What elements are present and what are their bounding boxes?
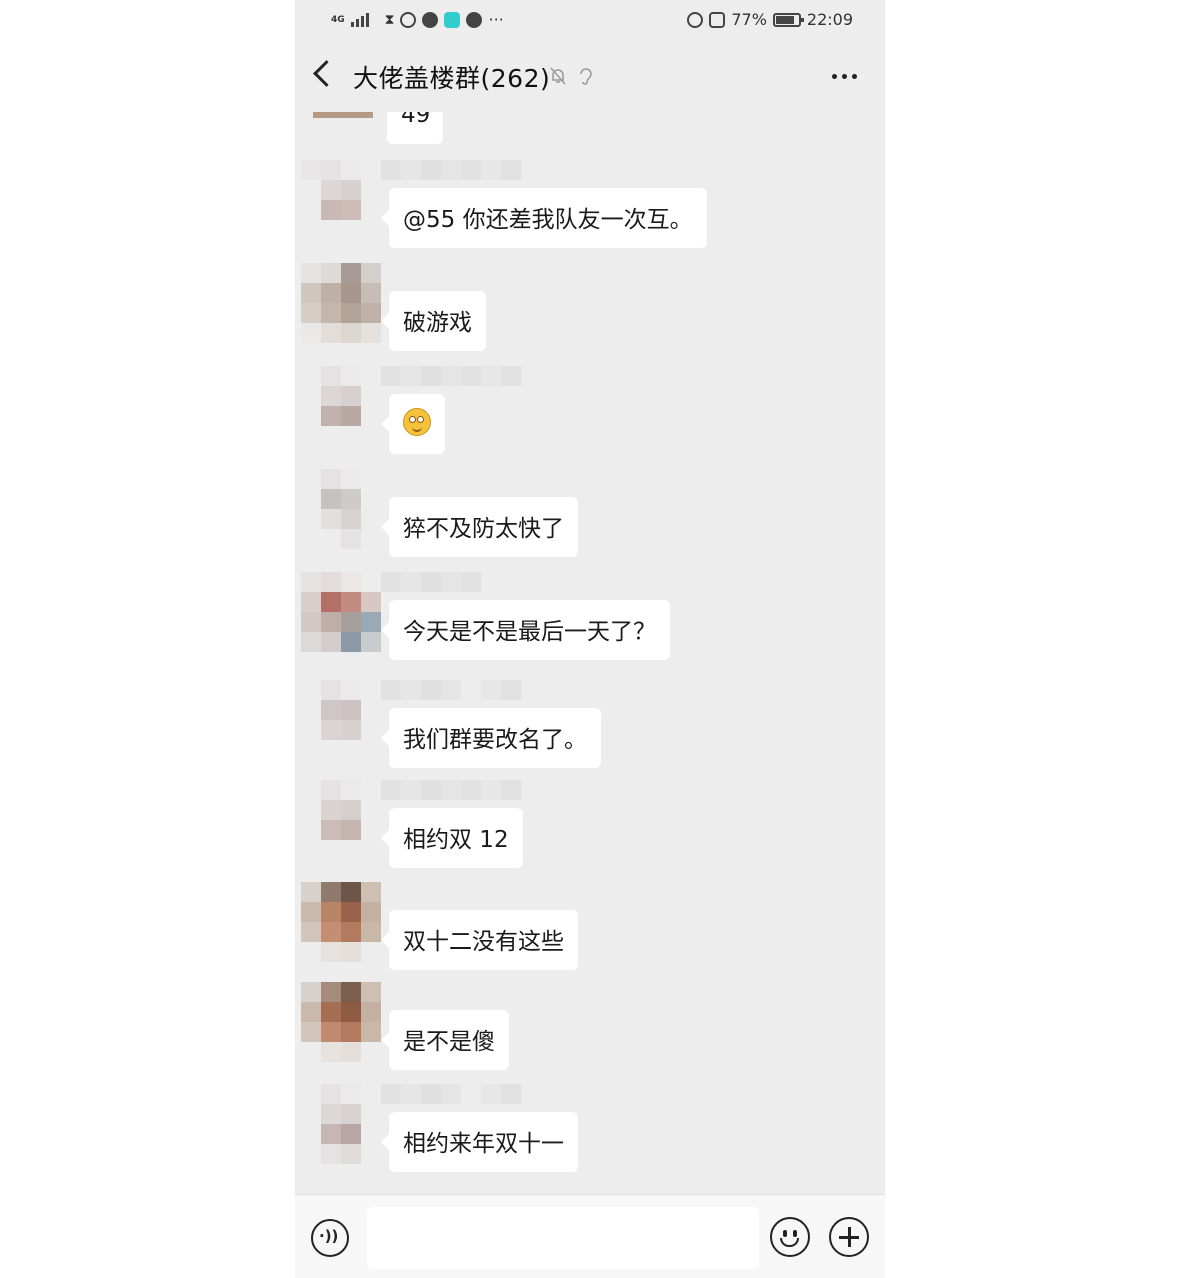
app-icon <box>444 11 461 28</box>
message-text: 是不是傻 <box>403 1029 495 1055</box>
battery-icon <box>772 12 804 27</box>
avatar[interactable] <box>301 680 381 760</box>
message-bubble[interactable]: 49 <box>387 112 443 144</box>
avatar[interactable] <box>301 882 381 962</box>
message-bubble[interactable]: 是不是傻 <box>381 1010 509 1070</box>
message-bubble[interactable]: 猝不及防太快了 <box>381 497 578 557</box>
avatar[interactable] <box>301 1084 381 1164</box>
status-right: 77% 22:09 <box>687 10 853 29</box>
avatar[interactable] <box>301 469 381 549</box>
message-row: @55 你还差我队友一次互。 <box>295 160 885 260</box>
message-text: 今天是不是最后一天了？ <box>403 619 656 645</box>
message-row: 相约双 12 <box>295 780 885 880</box>
avatar[interactable] <box>301 160 381 240</box>
chat-header: 大佬盖楼群(262) <box>295 40 885 112</box>
wechat-icon <box>422 11 439 28</box>
sender-name-blurred <box>381 572 481 592</box>
message-bubble[interactable]: 双十二没有这些 <box>381 910 578 970</box>
message-row: 猝不及防太快了 <box>295 469 885 569</box>
alarm-icon <box>687 11 704 28</box>
voice-icon[interactable] <box>311 1219 349 1257</box>
emoji-icon[interactable] <box>770 1217 810 1257</box>
message-bubble[interactable] <box>381 394 445 454</box>
message-row: 是不是傻 <box>295 982 885 1082</box>
sender-name-blurred <box>381 1084 521 1104</box>
sender-name-blurred <box>381 160 521 180</box>
sender-name-blurred <box>381 680 521 700</box>
compass-icon <box>466 11 483 28</box>
clock: 22:09 <box>806 10 853 29</box>
message-text: 双十二没有这些 <box>403 929 564 955</box>
plus-icon[interactable] <box>829 1217 869 1257</box>
chat-title: 大佬盖楼群(262) <box>353 64 551 93</box>
message-row: 相约来年双十一 <box>295 1084 885 1184</box>
status-bar: 4G ⧗ ··· 77% 22:09 <box>295 0 885 40</box>
more-dots-icon: ··· <box>488 10 504 29</box>
status-left: 4G ⧗ ··· <box>331 10 504 29</box>
message-bubble[interactable]: 破游戏 <box>381 291 486 351</box>
battery-percent: 77% <box>731 10 767 29</box>
weibo-icon <box>400 11 417 28</box>
message-bubble[interactable]: @55 你还差我队友一次互。 <box>381 188 707 248</box>
avatar[interactable] <box>301 572 381 652</box>
more-icon[interactable] <box>832 74 857 79</box>
message-input[interactable] <box>367 1207 759 1269</box>
message-bubble[interactable]: 今天是不是最后一天了？ <box>381 600 670 660</box>
signal-icon <box>350 11 379 29</box>
message-row: 今天是不是最后一天了？ <box>295 572 885 672</box>
sender-name-blurred <box>381 366 521 386</box>
message-text: 49 <box>401 112 431 128</box>
back-icon[interactable] <box>313 60 340 87</box>
message-text: 我们群要改名了。 <box>403 727 587 753</box>
message-row: 双十二没有这些 <box>295 882 885 982</box>
mute-icon <box>709 11 726 28</box>
message-text: 破游戏 <box>403 310 472 336</box>
input-bar <box>295 1194 885 1278</box>
smile-emoji-icon <box>403 408 431 436</box>
message-bubble[interactable]: 相约来年双十一 <box>381 1112 578 1172</box>
message-row <box>295 366 885 466</box>
avatar[interactable] <box>313 112 373 118</box>
ear-icon <box>580 68 592 85</box>
avatar[interactable] <box>301 780 381 860</box>
message-row: 破游戏 <box>295 263 885 363</box>
message-bubble[interactable]: 我们群要改名了。 <box>381 708 601 768</box>
avatar[interactable] <box>301 982 381 1062</box>
avatar[interactable] <box>301 263 381 343</box>
mute-icon <box>550 67 566 85</box>
message-row: 我们群要改名了。 <box>295 680 885 780</box>
network-label: 4G <box>331 14 345 25</box>
phone-screen: 4G ⧗ ··· 77% 22:09 大佬盖楼群(262) 49 @55 你还差… <box>295 0 885 1278</box>
message-text: 猝不及防太快了 <box>403 516 564 542</box>
chat-list[interactable]: 49 @55 你还差我队友一次互。 破游戏 猝不及防太快了 今天是不是最后一天了… <box>295 112 885 1194</box>
sender-name-blurred <box>381 780 521 800</box>
message-text: 相约来年双十一 <box>403 1131 564 1157</box>
avatar[interactable] <box>301 366 381 446</box>
message-text: 相约双 12 <box>403 827 509 853</box>
hourglass-icon: ⧗ <box>384 11 395 28</box>
message-text: @55 你还差我队友一次互。 <box>403 207 693 233</box>
message-bubble[interactable]: 相约双 12 <box>381 808 523 868</box>
